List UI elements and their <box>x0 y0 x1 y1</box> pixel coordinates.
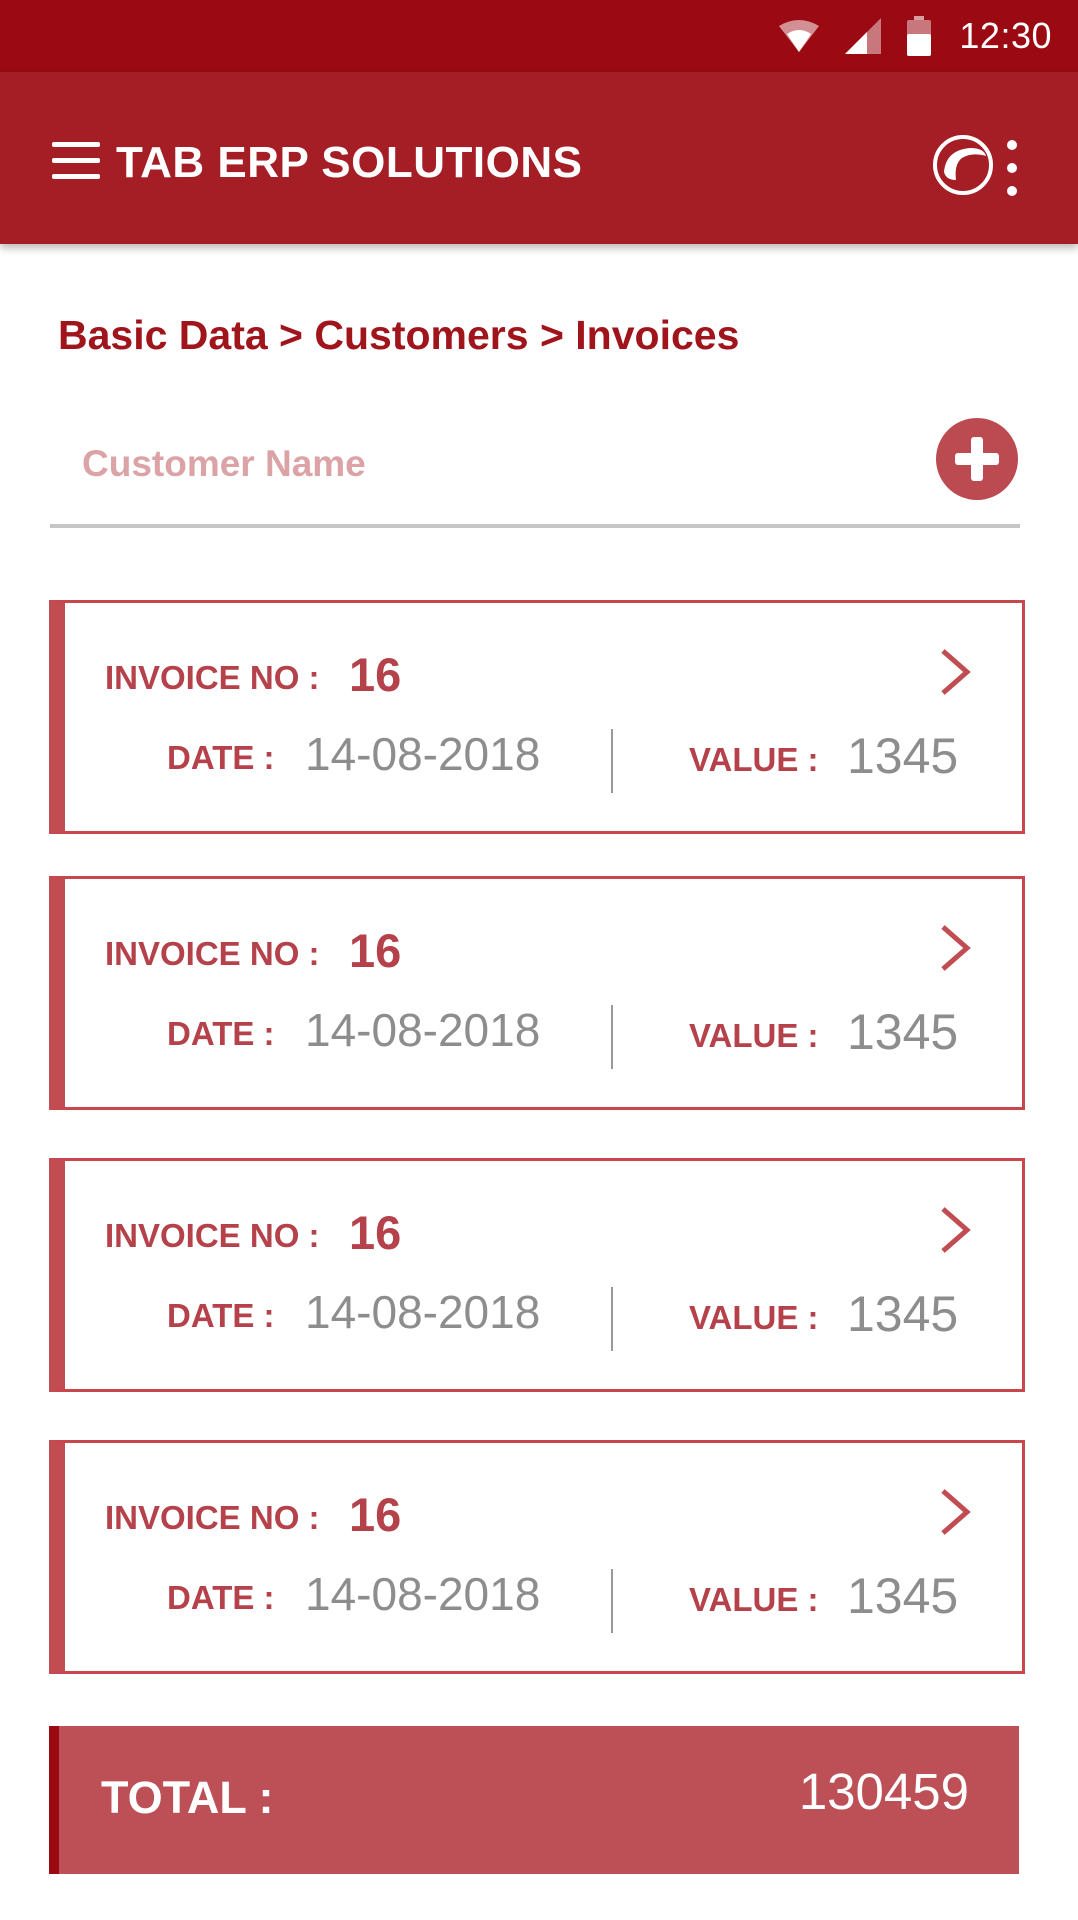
total-label: TOTAL : <box>101 1772 274 1823</box>
date-label: DATE : <box>167 1297 275 1334</box>
invoice-no-label: INVOICE NO : <box>105 1217 320 1254</box>
search-bar <box>50 408 1020 528</box>
value-amount: 1345 <box>847 1286 959 1342</box>
date-value: 14-08-2018 <box>305 1568 541 1620</box>
chevron-right-icon[interactable] <box>937 1205 977 1255</box>
invoice-no-label: INVOICE NO : <box>105 1499 320 1536</box>
invoice-no-value: 16 <box>349 1206 402 1259</box>
more-vert-icon[interactable] <box>1000 140 1024 196</box>
divider <box>611 1569 613 1633</box>
invoice-no-value: 16 <box>349 924 402 977</box>
divider <box>611 1005 613 1069</box>
wifi-icon <box>779 20 820 52</box>
date-label: DATE : <box>167 1015 275 1052</box>
invoice-no-label: INVOICE NO : <box>105 659 320 696</box>
invoice-no-value: 16 <box>349 648 402 701</box>
status-time: 12:30 <box>959 15 1052 56</box>
invoice-list: INVOICE NO : 16 DATE : 14-08-2018 VALUE … <box>49 600 1025 1716</box>
value-label: VALUE : <box>689 741 819 778</box>
invoice-card[interactable]: INVOICE NO : 16 DATE : 14-08-2018 VALUE … <box>49 1440 1025 1674</box>
chevron-right-icon[interactable] <box>937 1487 977 1537</box>
value-amount: 1345 <box>847 1568 959 1624</box>
signal-icon <box>845 18 882 54</box>
invoice-no-label: INVOICE NO : <box>105 935 320 972</box>
value-label: VALUE : <box>689 1299 819 1336</box>
chevron-right-icon[interactable] <box>937 923 977 973</box>
invoice-card[interactable]: INVOICE NO : 16 DATE : 14-08-2018 VALUE … <box>49 1158 1025 1392</box>
menu-icon[interactable] <box>52 142 100 180</box>
total-bar: TOTAL : 130459 <box>49 1726 1019 1874</box>
invoice-card[interactable]: INVOICE NO : 16 DATE : 14-08-2018 VALUE … <box>49 876 1025 1110</box>
divider <box>611 729 613 793</box>
date-label: DATE : <box>167 739 275 776</box>
total-value: 130459 <box>798 1763 969 1820</box>
breadcrumb: Basic Data > Customers > Invoices <box>58 312 740 358</box>
status-bar: 12:30 <box>0 0 1078 72</box>
date-value: 14-08-2018 <box>305 1286 541 1338</box>
value-amount: 1345 <box>847 1004 959 1060</box>
value-label: VALUE : <box>689 1017 819 1054</box>
battery-icon <box>907 16 932 56</box>
app-bar: TAB ERP SOLUTIONS <box>0 72 1078 244</box>
chevron-right-icon[interactable] <box>937 647 977 697</box>
date-value: 14-08-2018 <box>305 1004 541 1056</box>
value-amount: 1345 <box>847 728 959 784</box>
invoice-no-value: 16 <box>349 1488 402 1541</box>
divider <box>611 1287 613 1351</box>
date-label: DATE : <box>167 1579 275 1616</box>
app-title: TAB ERP SOLUTIONS <box>116 138 583 187</box>
logo-icon[interactable] <box>932 134 994 196</box>
customer-name-input[interactable] <box>82 434 922 494</box>
add-icon[interactable] <box>936 418 1018 500</box>
invoice-card[interactable]: INVOICE NO : 16 DATE : 14-08-2018 VALUE … <box>49 600 1025 834</box>
value-label: VALUE : <box>689 1581 819 1618</box>
date-value: 14-08-2018 <box>305 728 541 780</box>
